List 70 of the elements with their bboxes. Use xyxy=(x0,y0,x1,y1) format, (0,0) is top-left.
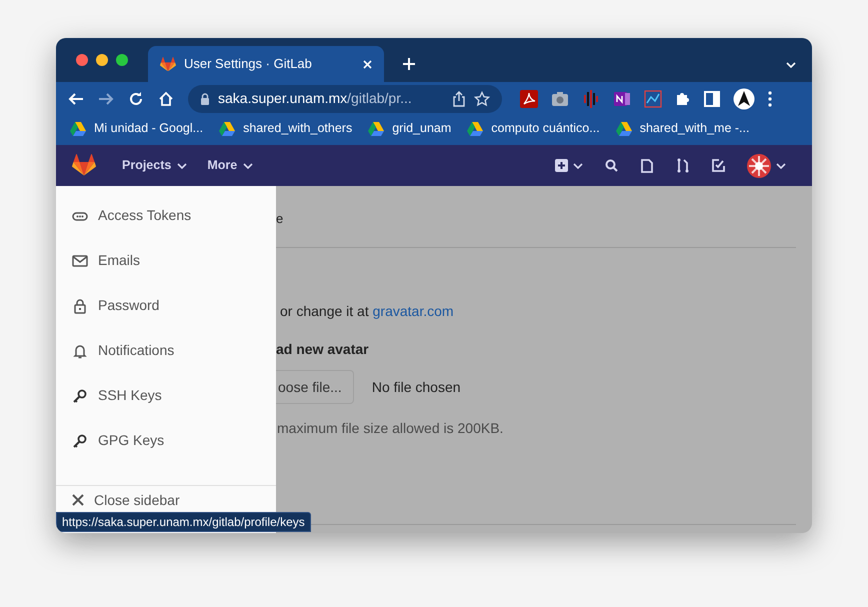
new-tab-icon[interactable] xyxy=(402,57,416,71)
gravatar-text: or change it at gravatar.com xyxy=(280,302,455,321)
upload-label: ad new avatar xyxy=(276,340,370,359)
sidebar-item[interactable]: GPG Keys xyxy=(56,418,276,463)
close-icon xyxy=(72,494,84,506)
bookmark[interactable]: Mi unidad - Googl... xyxy=(70,119,204,138)
chevron-down-icon xyxy=(786,62,796,68)
pdf-extension-icon[interactable] xyxy=(520,90,538,108)
size-note: maximum file size allowed is 200KB. xyxy=(277,419,504,438)
bookmark[interactable]: computo cuántico... xyxy=(467,119,600,138)
key-icon xyxy=(72,432,88,448)
sidebar-toggle-icon[interactable] xyxy=(704,90,720,106)
user-avatar-icon[interactable] xyxy=(747,154,771,178)
sidebar-item[interactable]: Emails xyxy=(56,238,276,283)
file-status: No file chosen xyxy=(372,378,461,396)
nav-menu[interactable]: Projects xyxy=(122,156,188,175)
sidebar-item[interactable]: Access Tokens xyxy=(56,193,276,238)
bookmark[interactable]: shared_with_others xyxy=(219,119,352,138)
back-icon[interactable] xyxy=(68,90,84,106)
envelope-icon xyxy=(72,252,88,268)
chevron-down-icon xyxy=(243,162,254,168)
forward-icon[interactable] xyxy=(98,90,114,106)
close-sidebar-button[interactable]: Close sidebar xyxy=(72,491,180,509)
star-icon[interactable] xyxy=(474,90,490,106)
search-icon[interactable] xyxy=(605,159,618,172)
home-icon[interactable] xyxy=(158,90,174,106)
chevron-down-icon xyxy=(776,162,786,168)
zoom-window-button[interactable] xyxy=(116,54,128,66)
fox-logo-icon xyxy=(72,154,96,177)
drive-icon xyxy=(616,122,632,136)
browser-tab[interactable]: User Settings · GitLab xyxy=(148,46,384,82)
chart-extension-icon[interactable] xyxy=(644,90,662,108)
lock-icon xyxy=(72,298,88,314)
chevron-down-icon xyxy=(177,162,188,168)
chevron-down-icon xyxy=(573,162,583,168)
close-tab-icon[interactable] xyxy=(363,60,372,68)
sidebar-item[interactable]: Password xyxy=(56,283,276,328)
heading-fragment: e xyxy=(276,211,284,226)
address-bar[interactable]: saka.super.unam.mx/gitlab/pr... xyxy=(188,84,502,112)
drive-icon xyxy=(219,122,236,136)
bookmark[interactable]: shared_with_me -... xyxy=(616,119,750,138)
key-icon xyxy=(72,388,88,404)
camera-icon[interactable] xyxy=(551,90,569,106)
waveform-icon[interactable] xyxy=(582,90,600,108)
merge-request-icon[interactable] xyxy=(676,158,690,173)
drive-icon xyxy=(368,122,384,136)
status-url-tooltip: https://saka.super.unam.mx/gitlab/profile/keys xyxy=(56,512,311,532)
issues-icon[interactable] xyxy=(640,158,654,172)
share-icon[interactable] xyxy=(452,90,466,106)
sidebar-item[interactable]: SSH Keys xyxy=(56,373,276,418)
fox-logo-icon xyxy=(160,56,176,72)
sidebar-item[interactable]: Notifications xyxy=(56,328,276,373)
bookmark[interactable]: grid_unam xyxy=(368,119,452,138)
more-options-icon[interactable] xyxy=(768,90,772,106)
plus-icon[interactable] xyxy=(555,159,568,172)
choose-file-button[interactable]: oose file... xyxy=(276,370,354,404)
nav-menu[interactable]: More xyxy=(207,156,254,175)
url-text: saka.super.unam.mx/gitlab/pr... xyxy=(218,89,413,108)
tab-title: User Settings · GitLab xyxy=(184,55,313,74)
puzzle-icon[interactable] xyxy=(675,90,691,106)
todo-checkbox-icon[interactable] xyxy=(712,159,725,172)
profile-avatar-icon[interactable] xyxy=(733,88,755,110)
reload-icon[interactable] xyxy=(128,90,144,106)
lock-icon xyxy=(200,92,210,104)
bell-icon xyxy=(72,342,88,358)
drive-icon xyxy=(70,122,86,136)
close-window-button[interactable] xyxy=(76,54,88,66)
minimize-window-button[interactable] xyxy=(96,54,108,66)
drive-icon xyxy=(467,122,484,136)
notebook-icon[interactable] xyxy=(613,90,631,108)
